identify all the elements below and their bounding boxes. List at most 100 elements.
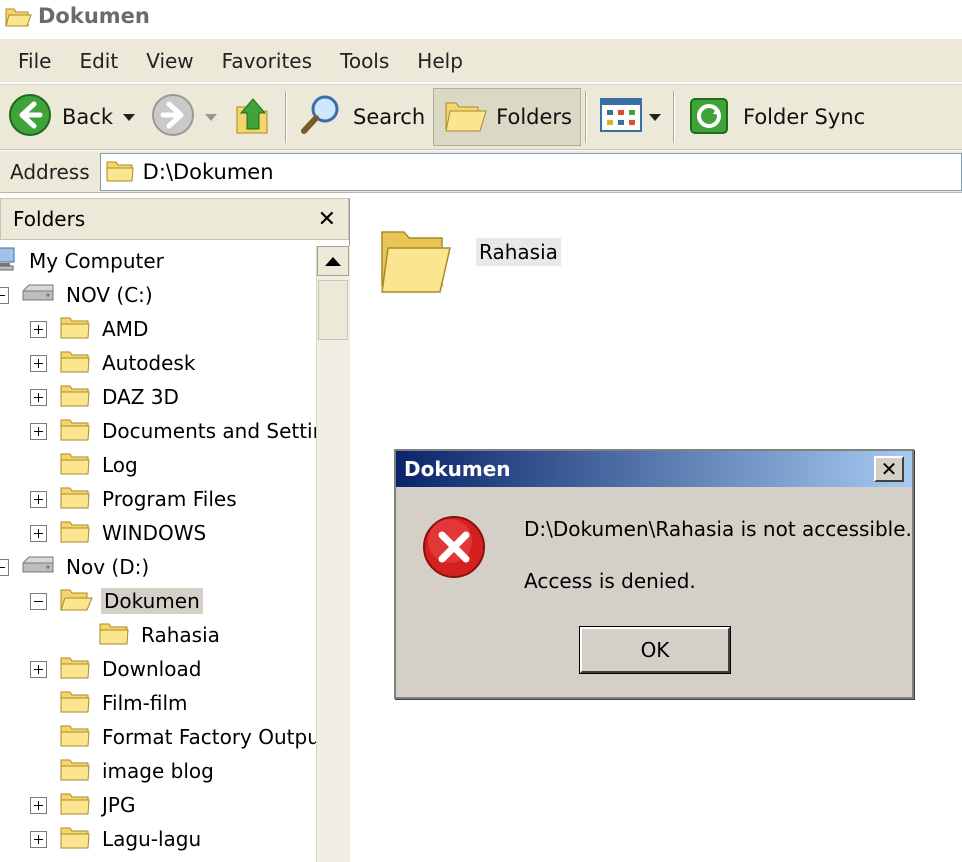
tree-item[interactable]: DAZ 3D <box>30 380 182 414</box>
tree-item[interactable]: Rahasia <box>98 618 223 652</box>
address-bar: Address D:\Dokumen <box>0 151 962 193</box>
computer-icon <box>0 246 18 277</box>
window-title: Dokumen <box>38 4 150 28</box>
dialog-detail: Access is denied. <box>524 569 696 593</box>
title-bar: Dokumen <box>0 0 962 32</box>
tree-item[interactable]: AMD <box>30 312 151 346</box>
expand-icon[interactable] <box>30 660 47 678</box>
menu-edit[interactable]: Edit <box>67 49 134 73</box>
folders-label: Folders <box>496 105 572 129</box>
tree-item-label: JPG <box>102 793 136 817</box>
toolbar: Back Search Folders Folder Sync <box>0 84 962 150</box>
expand-icon[interactable] <box>30 796 47 814</box>
tree-item-label: Lagu-lagu <box>102 827 202 851</box>
folder-icon <box>59 382 91 413</box>
tree-item[interactable]: JPG <box>30 788 138 822</box>
folder-icon <box>105 157 135 187</box>
tree-item[interactable]: NOV (C:) <box>0 278 156 312</box>
folders-pane-title: Folders <box>13 207 86 231</box>
folder-sync-button[interactable]: Folder Sync <box>679 88 873 146</box>
toolbar-separator <box>672 91 675 143</box>
tree-item[interactable]: Download <box>30 652 204 686</box>
forward-button[interactable] <box>143 88 225 146</box>
search-icon <box>299 93 343 142</box>
up-folder-button[interactable] <box>225 88 281 146</box>
tree-item[interactable]: Dokumen <box>30 584 203 618</box>
menu-view[interactable]: View <box>134 49 209 73</box>
tree-item[interactable]: Format Factory Outpu <box>30 720 316 754</box>
dialog-message: D:\Dokumen\Rahasia is not accessible. <box>524 517 912 541</box>
expand-icon[interactable] <box>30 830 47 848</box>
search-button[interactable]: Search <box>291 88 433 146</box>
expand-icon[interactable] <box>30 354 47 372</box>
menu-help[interactable]: Help <box>405 49 479 73</box>
tree-item[interactable]: image blog <box>30 754 217 788</box>
tree-item-label: WINDOWS <box>102 521 207 545</box>
forward-dropdown-icon[interactable] <box>204 113 217 121</box>
tree-item-label: Film-film <box>102 691 188 715</box>
dialog-title: Dokumen <box>404 457 511 481</box>
folder-app-icon <box>4 3 32 29</box>
drive-icon <box>21 283 55 308</box>
search-label: Search <box>352 105 426 129</box>
collapse-icon[interactable] <box>0 286 9 304</box>
scroll-thumb[interactable] <box>318 280 348 340</box>
folder-icon <box>98 620 130 651</box>
folder-icon <box>378 222 452 302</box>
folder-icon <box>59 756 91 787</box>
dialog-title-bar: Dokumen ✕ <box>396 451 912 489</box>
tree-item[interactable]: Log <box>30 448 141 482</box>
ok-button[interactable]: OK <box>579 626 731 674</box>
folder-sync-icon <box>687 93 731 142</box>
tree-item-label: DAZ 3D <box>102 385 179 409</box>
folder-icon <box>59 586 93 617</box>
collapse-icon[interactable] <box>30 592 47 610</box>
folders-scrollbar[interactable] <box>316 246 350 862</box>
folder-icon <box>59 688 91 719</box>
tree-item[interactable]: My Computer <box>0 244 167 278</box>
tree-item[interactable]: WINDOWS <box>30 516 209 550</box>
menu-file[interactable]: File <box>6 49 67 73</box>
folders-button[interactable]: Folders <box>433 88 581 146</box>
expand-icon[interactable] <box>30 320 47 338</box>
folder-icon <box>59 654 91 685</box>
scroll-up-button[interactable] <box>317 246 349 276</box>
toolbar-separator <box>284 91 287 143</box>
address-input[interactable]: D:\Dokumen <box>99 152 962 191</box>
back-arrow-icon <box>8 93 52 142</box>
views-button[interactable] <box>591 88 669 146</box>
tree-item[interactable]: Nov (D:) <box>0 550 152 584</box>
tree-item-label: Program Files <box>102 487 237 511</box>
close-icon[interactable]: ✕ <box>318 207 336 232</box>
tree-item[interactable]: Autodesk <box>30 346 198 380</box>
tree-item-label: Dokumen <box>101 588 203 614</box>
expand-icon[interactable] <box>30 490 47 508</box>
expand-icon[interactable] <box>30 388 47 406</box>
views-dropdown-icon[interactable] <box>648 113 661 121</box>
folder-icon <box>59 450 91 481</box>
tree-item-label: Download <box>102 657 202 681</box>
expand-icon[interactable] <box>30 422 47 440</box>
forward-arrow-icon <box>151 93 195 142</box>
folder-icon <box>59 484 91 515</box>
tree-item[interactable]: Documents and Settin <box>30 414 316 448</box>
tree-item[interactable]: Program Files <box>30 482 240 516</box>
tree-item[interactable]: Lagu-lagu <box>30 822 204 856</box>
dialog-close-button[interactable]: ✕ <box>874 456 904 482</box>
folder-icon <box>59 790 91 821</box>
folder-icon <box>59 722 91 753</box>
collapse-icon[interactable] <box>0 558 9 576</box>
menu-favorites[interactable]: Favorites <box>210 49 328 73</box>
tree-item-label: Documents and Settin <box>102 419 316 443</box>
tree-item-label: AMD <box>102 317 149 341</box>
content-folder-item[interactable]: Rahasia <box>378 222 561 302</box>
expand-icon[interactable] <box>30 524 47 542</box>
folder-icon <box>59 518 91 549</box>
back-button[interactable]: Back <box>0 88 143 146</box>
menu-tools[interactable]: Tools <box>328 49 405 73</box>
toolbar-separator <box>584 91 587 143</box>
folder-icon <box>59 416 91 447</box>
tree-item-label: image blog <box>102 759 214 783</box>
tree-item[interactable]: Film-film <box>30 686 191 720</box>
back-dropdown-icon[interactable] <box>122 113 135 121</box>
